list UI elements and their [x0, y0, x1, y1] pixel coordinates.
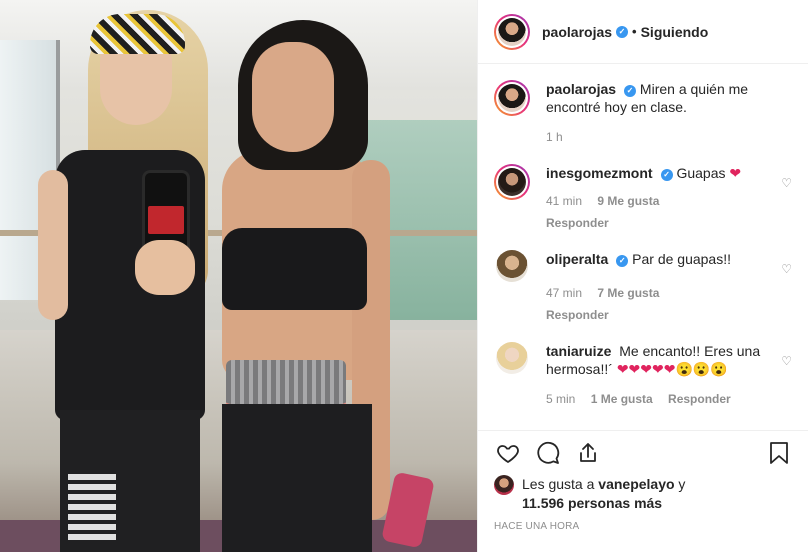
- post-header: paolarojas ✓ • Siguiendo: [478, 0, 808, 64]
- likes-count[interactable]: 11.596 personas más: [522, 495, 662, 511]
- comment-body: taniaruize Me encanto!! Eres una hermosa…: [546, 342, 792, 408]
- post-actions: Les gusta a vanepelayo y 11.596 personas…: [478, 430, 808, 552]
- person-right-legs: [222, 404, 372, 552]
- post-side-panel: paolarojas ✓ • Siguiendo paolarojas ✓ Mir…: [477, 0, 808, 552]
- comment-item: taniaruize Me encanto!! Eres una hermosa…: [494, 342, 792, 408]
- hearts-emoji: ❤❤❤❤❤😮😮😮: [616, 361, 728, 377]
- caption-meta: 1 h: [546, 128, 792, 146]
- verified-badge-icon: ✓: [660, 169, 673, 181]
- likes-summary: Les gusta a vanepelayo y 11.596 personas…: [494, 475, 793, 513]
- comment-meta: 41 min 9 Me gusta Responder: [546, 192, 792, 232]
- caption-time[interactable]: 1 h: [546, 130, 563, 144]
- likes-prefix: Les gusta a: [522, 476, 599, 492]
- comment-username[interactable]: oliperalta: [546, 251, 608, 267]
- comment-meta: 5 min 1 Me gusta Responder: [546, 390, 792, 408]
- verified-badge-icon: ✓: [624, 85, 637, 97]
- following-button[interactable]: Siguiendo: [641, 24, 709, 40]
- caption: paolarojas ✓ Miren a quién me encontré ho…: [494, 80, 792, 146]
- comments-list[interactable]: paolarojas ✓ Miren a quién me encontré ho…: [478, 64, 808, 430]
- liker-username[interactable]: vanepelayo: [598, 476, 674, 492]
- commenter-avatar-wrap: [494, 250, 530, 324]
- liker-avatar[interactable]: [494, 475, 514, 495]
- comment-likes[interactable]: 9 Me gusta: [597, 194, 659, 208]
- person-left-arm: [38, 170, 68, 320]
- comment-likes[interactable]: 7 Me gusta: [597, 286, 659, 300]
- comment-item: inesgomezmont ✓ Guapas ❤ 41 min 9 Me gust…: [494, 164, 792, 232]
- caption-username[interactable]: paolarojas: [546, 81, 616, 97]
- verified-badge-icon: ✓: [616, 25, 629, 38]
- reply-button[interactable]: Responder: [546, 214, 780, 232]
- comment-like-heart-icon[interactable]: ♡: [781, 262, 792, 276]
- likes-text: Les gusta a vanepelayo y 11.596 personas…: [522, 475, 685, 513]
- person-right-waistband: [226, 360, 346, 408]
- person-right-sports-top: [222, 228, 367, 310]
- comment-time[interactable]: 5 min: [546, 392, 575, 406]
- comment-like-heart-icon[interactable]: ♡: [781, 354, 792, 368]
- commenter-avatar[interactable]: [496, 250, 528, 282]
- comment-text: Guapas: [676, 165, 730, 181]
- comment-time[interactable]: 41 min: [546, 194, 582, 208]
- caption-body: paolarojas ✓ Miren a quién me encontré ho…: [546, 80, 792, 146]
- red-heart-emoji: ❤: [729, 165, 742, 181]
- comment-text: Par de guapas!!: [632, 251, 731, 267]
- comment-time[interactable]: 47 min: [546, 286, 582, 300]
- person-left-hand: [135, 240, 195, 295]
- verified-badge-icon: ✓: [616, 255, 629, 267]
- commenter-avatar-wrap: [494, 342, 530, 408]
- person-right-face: [252, 42, 334, 152]
- comment-meta: 47 min 7 Me gusta Responder: [546, 284, 792, 324]
- reply-button[interactable]: Responder: [668, 392, 731, 406]
- comment-body: oliperalta ✓ Par de guapas!! 47 min 7 Me …: [546, 250, 792, 324]
- share-icon[interactable]: [574, 439, 602, 467]
- header-separator: •: [632, 24, 637, 39]
- reply-button[interactable]: Responder: [546, 306, 780, 324]
- person-left-legs: [60, 410, 200, 552]
- likes-mid: y: [674, 476, 686, 492]
- author-avatar-image: [498, 17, 526, 46]
- commenter-avatar[interactable]: [496, 342, 528, 374]
- heart-outline-icon[interactable]: [494, 439, 522, 467]
- comment-username[interactable]: inesgomezmont: [546, 165, 653, 181]
- instagram-post: paolarojas ✓ • Siguiendo paolarojas ✓ Mir…: [0, 0, 808, 552]
- commenter-avatar-image: [498, 168, 526, 196]
- author-username[interactable]: paolarojas: [542, 24, 612, 40]
- bookmark-icon[interactable]: [765, 439, 793, 467]
- comment-like-heart-icon[interactable]: ♡: [781, 176, 792, 190]
- caption-avatar[interactable]: [494, 80, 530, 116]
- caption-avatar-image: [498, 84, 526, 112]
- action-icons: [494, 431, 793, 475]
- comment-username[interactable]: taniaruize: [546, 343, 611, 359]
- post-photo[interactable]: [0, 0, 477, 552]
- comment-item: oliperalta ✓ Par de guapas!! 47 min 7 Me …: [494, 250, 792, 324]
- person-left-headscarf: [90, 14, 185, 54]
- comment-likes[interactable]: 1 Me gusta: [591, 392, 653, 406]
- comment-body: inesgomezmont ✓ Guapas ❤ 41 min 9 Me gust…: [546, 164, 792, 232]
- comment-icon[interactable]: [534, 439, 562, 467]
- author-avatar[interactable]: [494, 13, 530, 50]
- post-timestamp[interactable]: HACE UNA HORA: [494, 521, 793, 532]
- commenter-avatar[interactable]: [494, 164, 530, 200]
- header-text: paolarojas ✓ • Siguiendo: [542, 24, 708, 40]
